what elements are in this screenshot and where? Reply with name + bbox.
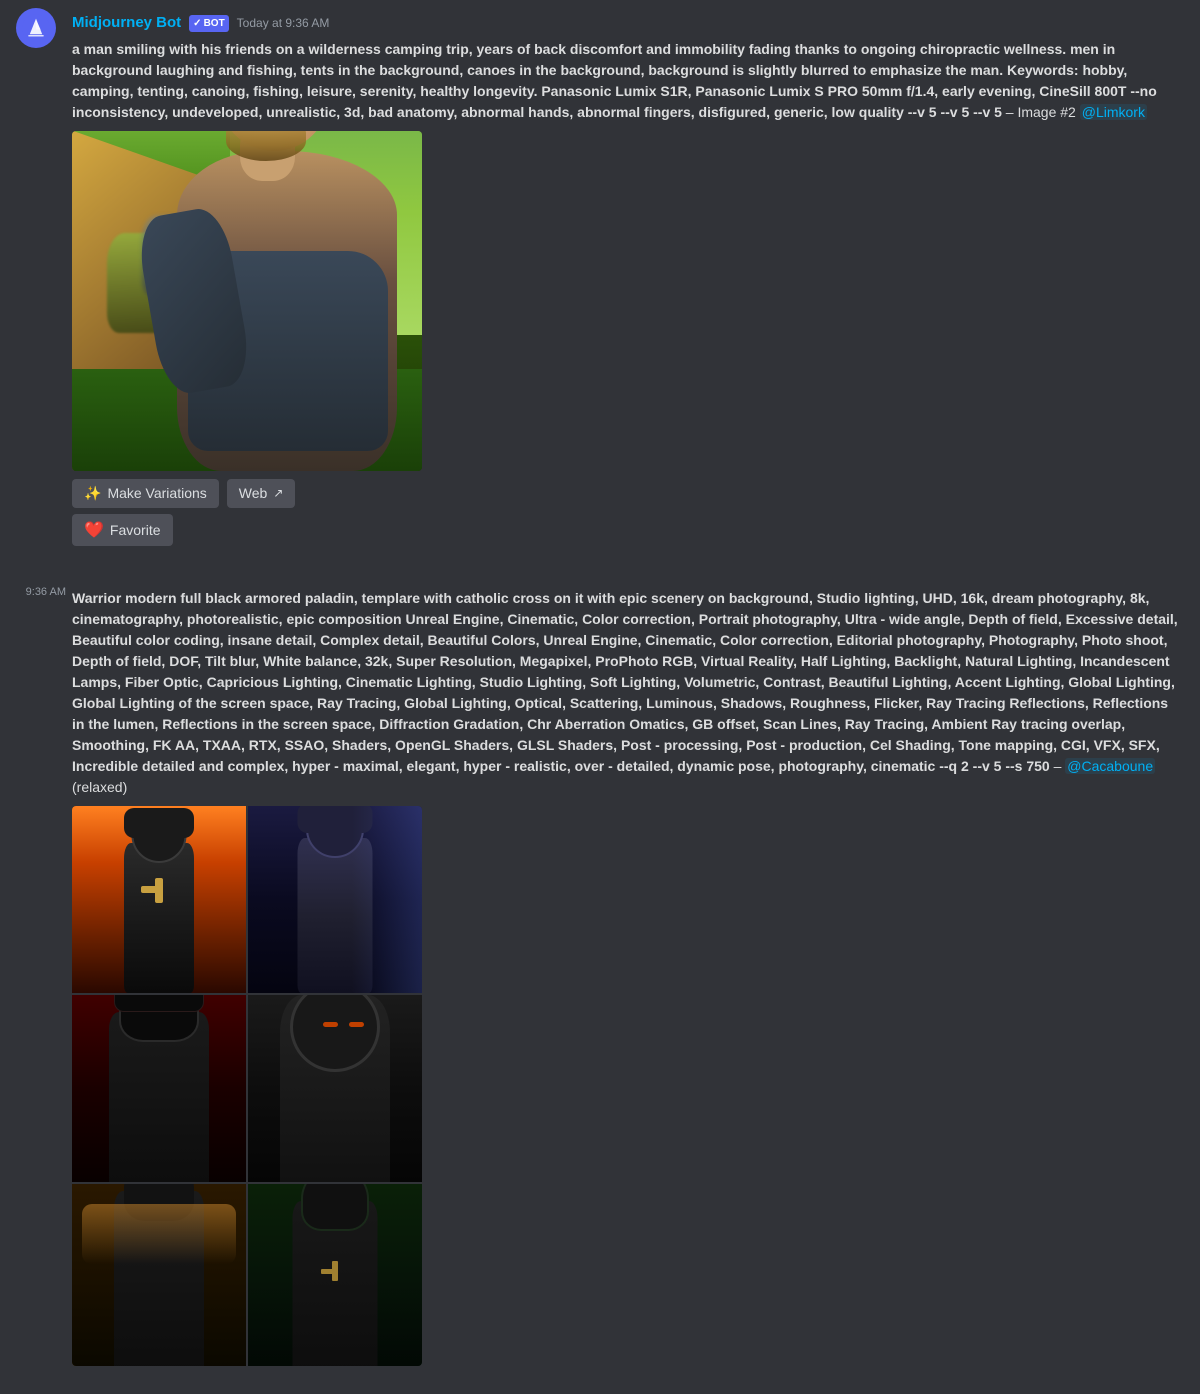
mention-1[interactable]: @Limkork	[1080, 104, 1147, 120]
paladin-cell-1	[72, 806, 246, 993]
chat-container: Midjourney Bot ✓ BOT Today at 9:36 AM a …	[0, 0, 1200, 1394]
paladin-cell-2	[248, 806, 422, 993]
make-variations-label: Make Variations	[107, 485, 206, 501]
paladin-image-grid[interactable]	[72, 806, 422, 1366]
camping-img-content	[72, 131, 422, 471]
message-group-1: Midjourney Bot ✓ BOT Today at 9:36 AM a …	[72, 8, 1184, 556]
message-suffix-1: – Image #2	[1002, 104, 1080, 120]
bot-avatar	[16, 8, 56, 48]
sailboat-icon	[22, 14, 50, 42]
favorite-button[interactable]: ❤️ Favorite	[72, 514, 173, 546]
add-reaction-button-2[interactable]: 🕐	[1061, 593, 1089, 621]
reply-button[interactable]: ↩	[1093, 21, 1114, 49]
timestamp-left-2: 9:36 AM	[16, 584, 66, 601]
checkmark-icon: ✓	[193, 16, 201, 31]
message-text-1: a man smiling with his friends on a wild…	[72, 41, 1157, 120]
message-suffix-2: –	[1050, 758, 1066, 774]
make-variations-button[interactable]: ✨ Make Variations	[72, 479, 219, 508]
external-link-icon: ↗	[273, 486, 283, 500]
bot-username: Midjourney Bot	[72, 12, 181, 35]
bot-badge: ✓ BOT	[189, 15, 229, 32]
message-end-2: (relaxed)	[72, 779, 127, 795]
more-options-button[interactable]: ⋯	[1139, 21, 1163, 49]
image-container-1	[72, 131, 1184, 471]
add-reaction-button[interactable]: 🕐	[1061, 21, 1089, 49]
paladin-cell-5	[72, 1184, 246, 1366]
create-thread-button-2[interactable]: #	[1118, 593, 1135, 621]
mention-2[interactable]: @Cacaboune	[1065, 758, 1155, 774]
paladin-cell-3	[72, 995, 246, 1182]
heart-icon: ❤️	[84, 520, 104, 540]
message-header-1: Midjourney Bot ✓ BOT Today at 9:36 AM	[72, 12, 1184, 35]
message-content-2: Warrior modern full black armored paladi…	[72, 588, 1184, 798]
message-content-1: a man smiling with his friends on a wild…	[72, 39, 1184, 123]
more-options-button-2[interactable]: ⋯	[1139, 593, 1163, 621]
create-thread-button[interactable]: #	[1118, 21, 1135, 49]
action-buttons-1: ✨ Make Variations Web ↗	[72, 479, 1184, 508]
web-button-label: Web	[239, 485, 268, 501]
favorite-label: Favorite	[110, 522, 161, 538]
extra-action-buttons-1: ❤️ Favorite	[72, 514, 1184, 546]
paladin-cell-6	[248, 1184, 422, 1366]
reply-button-2[interactable]: ↩	[1093, 593, 1114, 621]
message-timestamp-1: Today at 9:36 AM	[237, 14, 330, 32]
message-group-2: 9:36 AM Warrior modern full black armore…	[72, 580, 1184, 1370]
web-button[interactable]: Web ↗	[227, 479, 296, 508]
sparkle-icon: ✨	[84, 485, 101, 502]
message-text-2: Warrior modern full black armored paladi…	[72, 590, 1178, 774]
paladin-cell-4	[248, 995, 422, 1182]
camping-image[interactable]	[72, 131, 422, 471]
